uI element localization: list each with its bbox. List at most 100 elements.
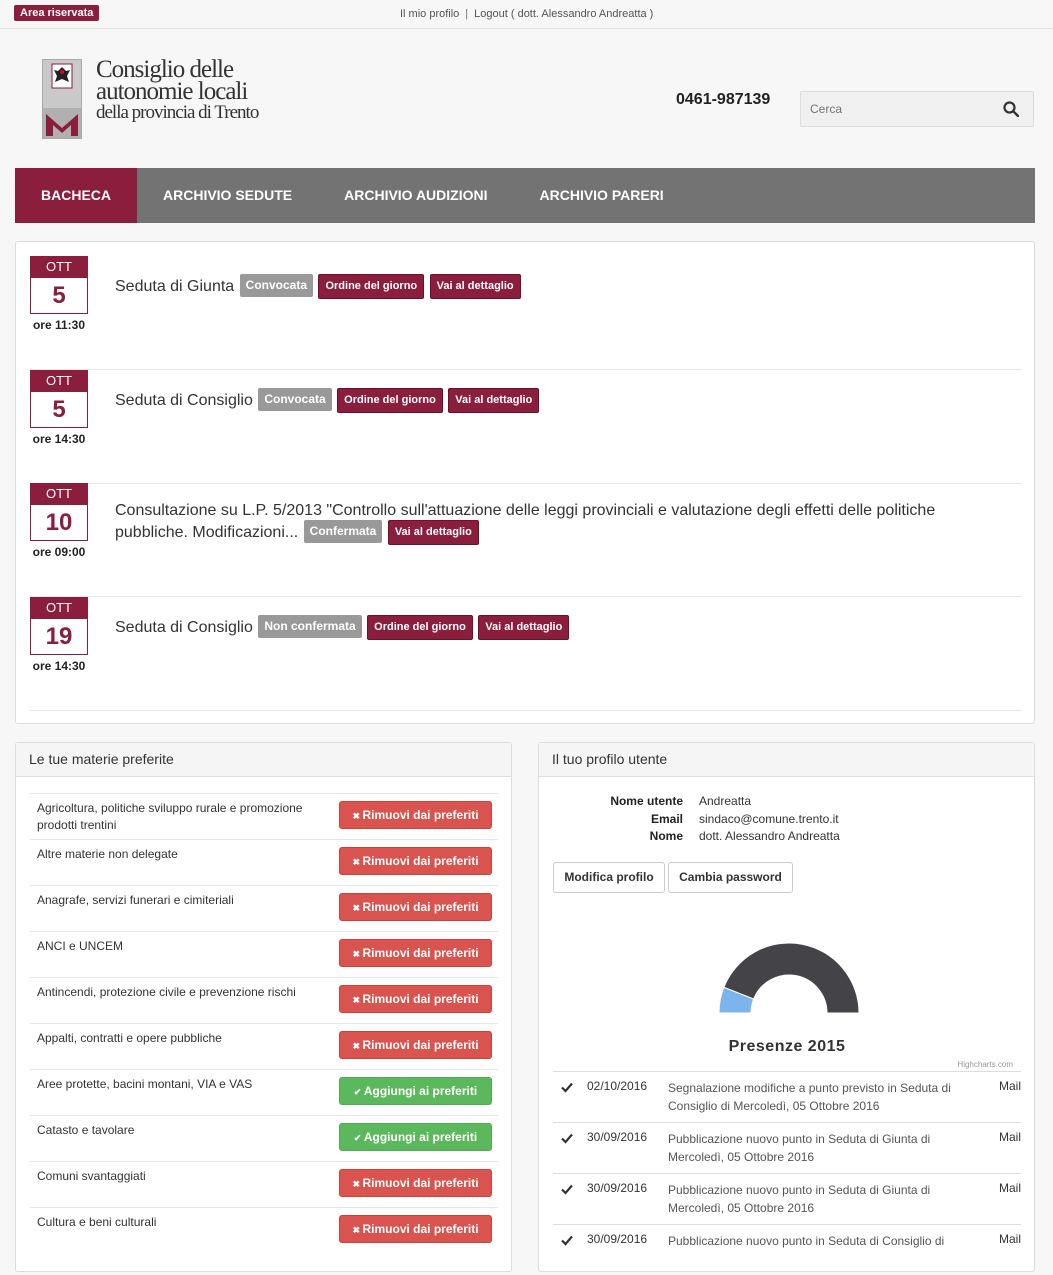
event-title[interactable]: Seduta di Consiglio [115, 392, 253, 409]
status-badge: Convocata [239, 274, 314, 297]
favorite-button-label: Rimuovi dai preferiti [362, 992, 479, 1006]
event-item: OTT 10 ore 09:00 Consultazione su L.P. 5… [30, 483, 1022, 597]
detail-button[interactable]: Vai al dettaglio [387, 520, 479, 545]
event-month: OTT [30, 256, 88, 278]
notification-date: 30/09/2016 [587, 1181, 648, 1195]
close-icon: ✖ [352, 903, 363, 913]
remove-favorite-button[interactable]: ✖ Rimuovi dai preferiti [339, 985, 492, 1013]
favorite-button-label: Rimuovi dai preferiti [362, 808, 479, 822]
subject-label: Cultura e beni culturali [37, 1215, 157, 1229]
event-day: 5 [30, 392, 88, 428]
detail-button[interactable]: Vai al dettaglio [429, 274, 521, 299]
header: Consiglio delle autonomie locali della p… [0, 29, 1053, 168]
notification-row: 30/09/2016 Pubblicazione nuovo punto in S… [553, 1173, 1021, 1224]
notification-text: Pubblicazione nuovo punto in Seduta di G… [668, 1183, 931, 1215]
subject-label: Antincendi, protezione civile e prevenzi… [37, 985, 296, 999]
profile-title: Il tuo profilo utente [539, 743, 1034, 777]
remove-favorite-button[interactable]: ✖ Rimuovi dai preferiti [339, 801, 492, 829]
check-icon [561, 1082, 573, 1093]
favorite-button-label: Rimuovi dai preferiti [362, 1222, 479, 1236]
detail-button[interactable]: Vai al dettaglio [478, 615, 570, 640]
subject-row: Antincendi, protezione civile e prevenzi… [30, 977, 498, 1023]
subject-row: Comuni svantaggiati ✖ Rimuovi dai preferi… [30, 1161, 498, 1207]
close-icon: ✖ [352, 995, 363, 1005]
event-title[interactable]: Seduta di Consiglio [115, 619, 253, 636]
agenda-button[interactable]: Ordine del giorno [367, 615, 473, 640]
status-badge: Non confermata [258, 615, 362, 638]
notification-type: Mail [998, 1181, 1021, 1195]
favorite-subjects-panel: Le tue materie preferite Agricoltura, po… [15, 742, 512, 1272]
top-bar: Area riservata Il mio profilo | Logout ( d… [0, 0, 1053, 29]
area-riservata-badge[interactable]: Area riservata [14, 5, 100, 21]
nav-item-archivio-sedute[interactable]: ARCHIVIO SEDUTE [137, 168, 318, 223]
nav-item-bacheca[interactable]: BACHECA [15, 168, 137, 223]
search-icon[interactable] [1003, 101, 1019, 117]
subject-label: Agricoltura, politiche sviluppo rurale e… [37, 801, 303, 832]
close-icon: ✖ [352, 949, 363, 959]
event-item: OTT 5 ore 11:30 Seduta di Giunta Convoca… [30, 256, 1022, 370]
change-password-button[interactable]: Cambia password [668, 862, 793, 893]
notification-row: 30/09/2016 Pubblicazione nuovo punto in S… [553, 1122, 1021, 1173]
agenda-button[interactable]: Ordine del giorno [318, 274, 425, 299]
search-box [800, 91, 1034, 127]
subject-row: Aree protette, bacini montani, VIA e VAS… [30, 1069, 498, 1115]
favorite-button-label: Rimuovi dai preferiti [362, 1038, 479, 1052]
logo-line-3: della provincia di Trento [96, 102, 259, 123]
close-icon: ✖ [352, 811, 363, 821]
event-title-line: Seduta di Consiglio Convocata Ordine del… [115, 388, 975, 413]
nav-item-archivio-pareri[interactable]: ARCHIVIO PARERI [514, 168, 690, 223]
edit-profile-button[interactable]: Modifica profilo [553, 862, 665, 893]
check-icon: ✔ [353, 1133, 364, 1143]
remove-favorite-button[interactable]: ✖ Rimuovi dai preferiti [339, 847, 492, 875]
subject-row: Agricoltura, politiche sviluppo rurale e… [30, 793, 498, 839]
favorite-button-label: Rimuovi dai preferiti [362, 946, 479, 960]
event-date: OTT 19 ore 14:30 [30, 597, 88, 673]
event-title[interactable]: Seduta di Giunta [115, 278, 234, 295]
phone-number: 0461-987139 [676, 91, 771, 108]
favorite-button-label: Aggiungi ai preferiti [363, 1130, 478, 1144]
status-badge: Convocata [258, 388, 332, 411]
profile-field-value: sindaco@comune.trento.it [699, 811, 839, 826]
profile-field-label: Nome [649, 829, 683, 843]
profile-field-label: Nome utente [610, 794, 683, 808]
detail-button[interactable]: Vai al dettaglio [448, 388, 540, 413]
close-icon: ✖ [352, 1041, 363, 1051]
logo-line-2: autonomie locali [96, 78, 248, 105]
remove-favorite-button[interactable]: ✖ Rimuovi dai preferiti [339, 939, 492, 967]
subject-row: Cultura e beni culturali ✖ Rimuovi dai pr… [30, 1207, 498, 1253]
notification-text: Pubblicazione nuovo punto in Seduta di G… [668, 1132, 931, 1164]
event-item: OTT 19 ore 14:30 Seduta di Consiglio Non… [30, 597, 1022, 711]
subject-label: Appalti, contratti e opere pubbliche [37, 1031, 222, 1045]
event-title-line: Seduta di Giunta Convocata Ordine del gi… [115, 274, 975, 299]
nav-item-archivio-audizioni[interactable]: ARCHIVIO AUDIZIONI [318, 168, 513, 223]
remove-favorite-button[interactable]: ✖ Rimuovi dai preferiti [339, 893, 492, 921]
favorite-button-label: Rimuovi dai preferiti [362, 1176, 479, 1190]
logout-link[interactable]: Logout ( dott. Alessandro Andreatta ) [474, 8, 653, 20]
favorite-subjects-title: Le tue materie preferite [16, 743, 511, 777]
subject-row: Catasto e tavolare ✔ Aggiungi ai preferit… [30, 1115, 498, 1161]
event-title[interactable]: Consultazione su L.P. 5/2013 "Controllo … [115, 502, 935, 541]
notification-row: 30/09/2016 Pubblicazione nuovo punto in S… [553, 1224, 1021, 1275]
remove-favorite-button[interactable]: ✖ Rimuovi dai preferiti [339, 1169, 492, 1197]
add-favorite-button[interactable]: ✔ Aggiungi ai preferiti [339, 1077, 492, 1105]
subject-label: ANCI e UNCEM [37, 939, 124, 953]
check-icon [561, 1235, 573, 1246]
remove-favorite-button[interactable]: ✖ Rimuovi dai preferiti [339, 1031, 492, 1059]
profile-field-value: dott. Alessandro Andreatta [699, 829, 840, 843]
status-badge: Confermata [303, 520, 383, 543]
subject-label: Comuni svantaggiati [37, 1169, 146, 1183]
notification-type: Mail [998, 1232, 1021, 1246]
logo[interactable]: Consiglio delle autonomie locali della p… [42, 57, 259, 139]
notification-date: 30/09/2016 [587, 1232, 648, 1246]
my-profile-link[interactable]: Il mio profilo [400, 8, 459, 20]
event-time: ore 11:30 [32, 318, 86, 332]
chart-credits[interactable]: Highcharts.com [957, 1060, 1013, 1069]
check-icon [561, 1133, 573, 1144]
remove-favorite-button[interactable]: ✖ Rimuovi dai preferiti [339, 1215, 492, 1243]
search-input[interactable] [801, 92, 991, 126]
add-favorite-button[interactable]: ✔ Aggiungi ai preferiti [339, 1123, 492, 1151]
close-icon: ✖ [352, 1179, 363, 1189]
subject-row: Appalti, contratti e opere pubbliche ✖ Ri… [30, 1023, 498, 1069]
subject-label: Aree protette, bacini montani, VIA e VAS [37, 1077, 253, 1091]
agenda-button[interactable]: Ordine del giorno [337, 388, 443, 413]
